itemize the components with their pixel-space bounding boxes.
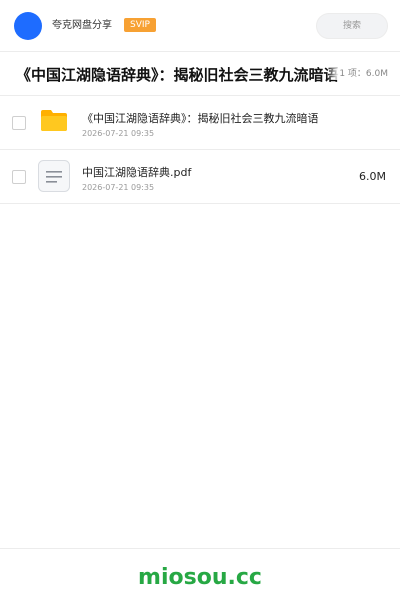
watermark: miosou.cc bbox=[138, 565, 262, 590]
file-date: 2026-07-21 09:35 bbox=[82, 183, 155, 192]
document-icon bbox=[38, 160, 70, 192]
share-title-bar: 《中国江湖隐语辞典》：揭秘旧社会三教九流暗语 1 项：6.0M bbox=[0, 52, 400, 96]
page-title: 《中国江湖隐语辞典》：揭秘旧社会三教九流暗语 bbox=[16, 66, 339, 84]
file-date: 2026-07-21 09:35 bbox=[82, 129, 155, 138]
folder-icon bbox=[41, 110, 67, 131]
top-bar: 夸克网盘分享 SVIP 搜索 bbox=[0, 0, 400, 52]
avatar[interactable] bbox=[14, 12, 42, 40]
file-name: 《中国江湖隐语辞典》：揭秘旧社会三教九流暗语 bbox=[82, 112, 319, 125]
search-input[interactable]: 搜索 bbox=[316, 13, 388, 39]
vip-badge: SVIP bbox=[124, 18, 156, 32]
share-meta: 1 项：6.0M bbox=[327, 68, 388, 80]
user-name: 夸克网盘分享 bbox=[52, 20, 112, 31]
file-row-folder[interactable]: 《中国江湖隐语辞典》：揭秘旧社会三教九流暗语 2026-07-21 09:35 bbox=[0, 96, 400, 150]
file-size: 6.0M bbox=[359, 170, 386, 183]
footer: miosou.cc bbox=[0, 548, 400, 600]
select-checkbox[interactable] bbox=[12, 170, 26, 184]
file-name: 中国江湖隐语辞典.pdf bbox=[82, 166, 192, 179]
select-checkbox[interactable] bbox=[12, 116, 26, 130]
file-row-pdf[interactable]: 中国江湖隐语辞典.pdf 2026-07-21 09:35 6.0M bbox=[0, 150, 400, 204]
